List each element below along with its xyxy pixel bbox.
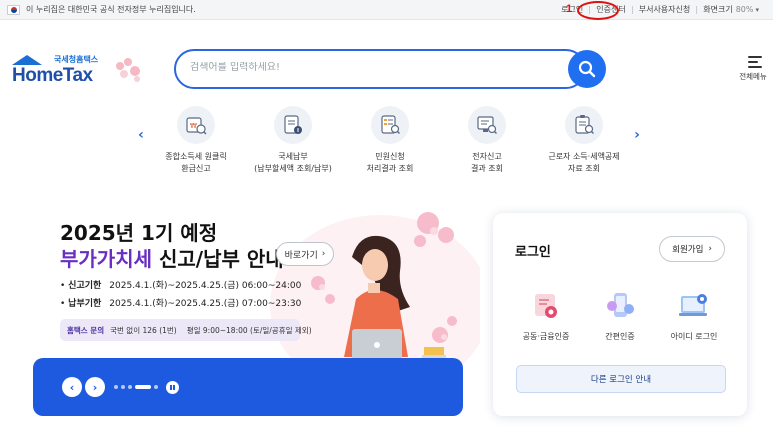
banner-contact-box: 홈택스 문의 국번 없이 126 (1번) 평일 9:00~18:00 (토/일… [60,319,312,341]
filing-period-label: 신고기한 [68,281,102,291]
hamburger-icon [748,56,762,68]
quick-service-item[interactable]: 민원신청 처리결과 조회 [342,106,438,175]
divider [631,5,633,14]
divider [696,5,698,14]
cert-login-label: 공동·금융인증 [522,332,570,341]
tax-refund-icon: ₩ [177,106,215,144]
chevron-down-icon: ▾ [755,6,759,14]
other-login-guide-button[interactable]: 다른 로그인 안내 [516,365,726,393]
search-icon [578,60,596,78]
signup-button[interactable]: 회원가입 › [659,236,725,262]
certificate-icon [527,289,565,323]
banner-title-line2: 부가가치세 신고/납부 안내 [60,243,284,272]
banner-more-button[interactable]: 바로가기 › [276,242,334,266]
house-roof-icon [12,55,42,65]
banner-prev-button[interactable]: ‹ [62,377,82,397]
filing-period-value: 2025.4.1.(화)~2025.4.25.(금) 06:00~24:00 [109,281,302,291]
simple-auth-label: 간편인증 [605,332,635,341]
top-utility-bar: 이 누리집은 대한민국 공식 전자정부 누리집입니다. 로그인 인증센터 부서사… [0,0,773,20]
login-card-title: 로그인 [515,245,551,260]
quick-service-label: 전자신고 결과 조회 [471,152,503,173]
chevron-right-icon: › [92,380,98,394]
banner-title-rest: 신고/납부 안내 [152,247,284,271]
pagination-dot[interactable] [154,385,158,389]
chevron-left-icon: ‹ [69,380,75,394]
chevron-left-icon: ‹ [138,127,144,143]
pagination-dot[interactable] [128,385,132,389]
chevron-right-icon: › [634,127,640,143]
quick-service-label: 근로자 소득·세액공제 자료 조회 [548,152,620,173]
cert-login-option[interactable]: 공동·금융인증 [508,289,584,342]
quick-service-label: 종합소득세 원클릭 환급신고 [165,152,227,173]
banner-payment-period: • 납부기한 2025.4.1.(화)~2025.4.25.(금) 07:00~2… [60,299,302,309]
chevron-right-icon: › [321,249,326,259]
all-menu-label: 전체메뉴 [739,72,767,81]
quick-service-item[interactable]: 전자신고 결과 조회 [439,106,535,175]
search-area [174,49,606,89]
tax-payment-icon [274,106,312,144]
banner-pagination [114,385,158,389]
contact-hours: 평일 9:00~18:00 (토/일/공휴일 제외) [186,325,312,335]
banner-filing-period: • 신고기한 2025.4.1.(화)~2025.4.25.(금) 06:00~2… [60,281,302,291]
main-banner: 2025년 1기 예정 부가가치세 신고/납부 안내 바로가기 › • 신고기한 2… [0,195,480,435]
zoom-control[interactable]: 화면크기 80% ▾ [703,4,759,15]
id-login-label: 아이디 로그인 [670,332,718,341]
pagination-dot-active[interactable] [135,385,151,389]
pagination-dot[interactable] [114,385,118,389]
banner-more-label: 바로가기 [284,250,318,261]
civil-petition-icon [371,106,409,144]
svg-text:₩: ₩ [190,122,197,130]
banner-next-button[interactable]: › [85,377,105,397]
payment-period-value: 2025.4.1.(화)~2025.4.25.(금) 07:00~23:30 [109,299,302,309]
pause-icon [170,385,172,390]
korea-flag-icon [7,5,20,15]
simple-auth-option[interactable]: 간편인증 [582,289,658,342]
logo-title: HomeTax [12,65,93,86]
banner-pause-button[interactable] [166,381,179,394]
payment-period-label: 납부기한 [68,299,102,309]
quick-service-label: 민원신청 처리결과 조회 [366,152,414,173]
annotation-number: 1 [566,3,573,15]
logo-subtitle: 국세청홈택스 [54,55,99,64]
id-login-icon [675,289,713,323]
cherry-blossom-icon [110,58,144,84]
quick-service-item[interactable]: 근로자 소득·세액공제 자료 조회 [536,106,632,175]
quick-service-label: 국세납부 (납부할세액 조회/납부) [254,152,332,173]
hometax-logo[interactable]: 국세청홈택스 HomeTax [10,52,140,88]
simple-auth-icon [601,289,639,323]
banner-title-line1: 2025년 1기 예정 [60,221,218,245]
signup-label: 회원가입 [672,245,704,255]
e-filing-result-icon [468,106,506,144]
banner-title-highlight: 부가가치세 [60,247,152,271]
login-card: 로그인 회원가입 › 공동·금융인증 간편인증 아이디 로그인 다른 로그인 안내 [493,213,747,416]
login-highlight-annotation [577,1,619,20]
zoom-label: 화면크기 [703,5,733,14]
gov-notice-text[interactable]: 이 누리집은 대한민국 공식 전자정부 누리집입니다. [26,4,196,15]
pagination-dot[interactable] [121,385,125,389]
chevron-right-icon: › [708,244,712,254]
contact-phone: 국번 없이 126 (1번) [110,325,177,335]
contact-label: 홈택스 문의 [67,325,105,335]
all-menu-button[interactable]: 전체메뉴 [739,56,770,82]
deduction-data-icon [565,106,603,144]
quick-service-item[interactable]: 국세납부 (납부할세액 조회/납부) [245,106,341,175]
quick-service-item[interactable]: ₩ 종합소득세 원클릭 환급신고 [148,106,244,175]
search-box[interactable] [174,49,586,89]
search-input[interactable] [190,62,550,73]
search-button[interactable] [568,50,606,88]
dept-user-link[interactable]: 부서사용자신청 [639,4,691,15]
zoom-value: 80% [735,5,754,14]
id-login-option[interactable]: 아이디 로그인 [656,289,732,342]
